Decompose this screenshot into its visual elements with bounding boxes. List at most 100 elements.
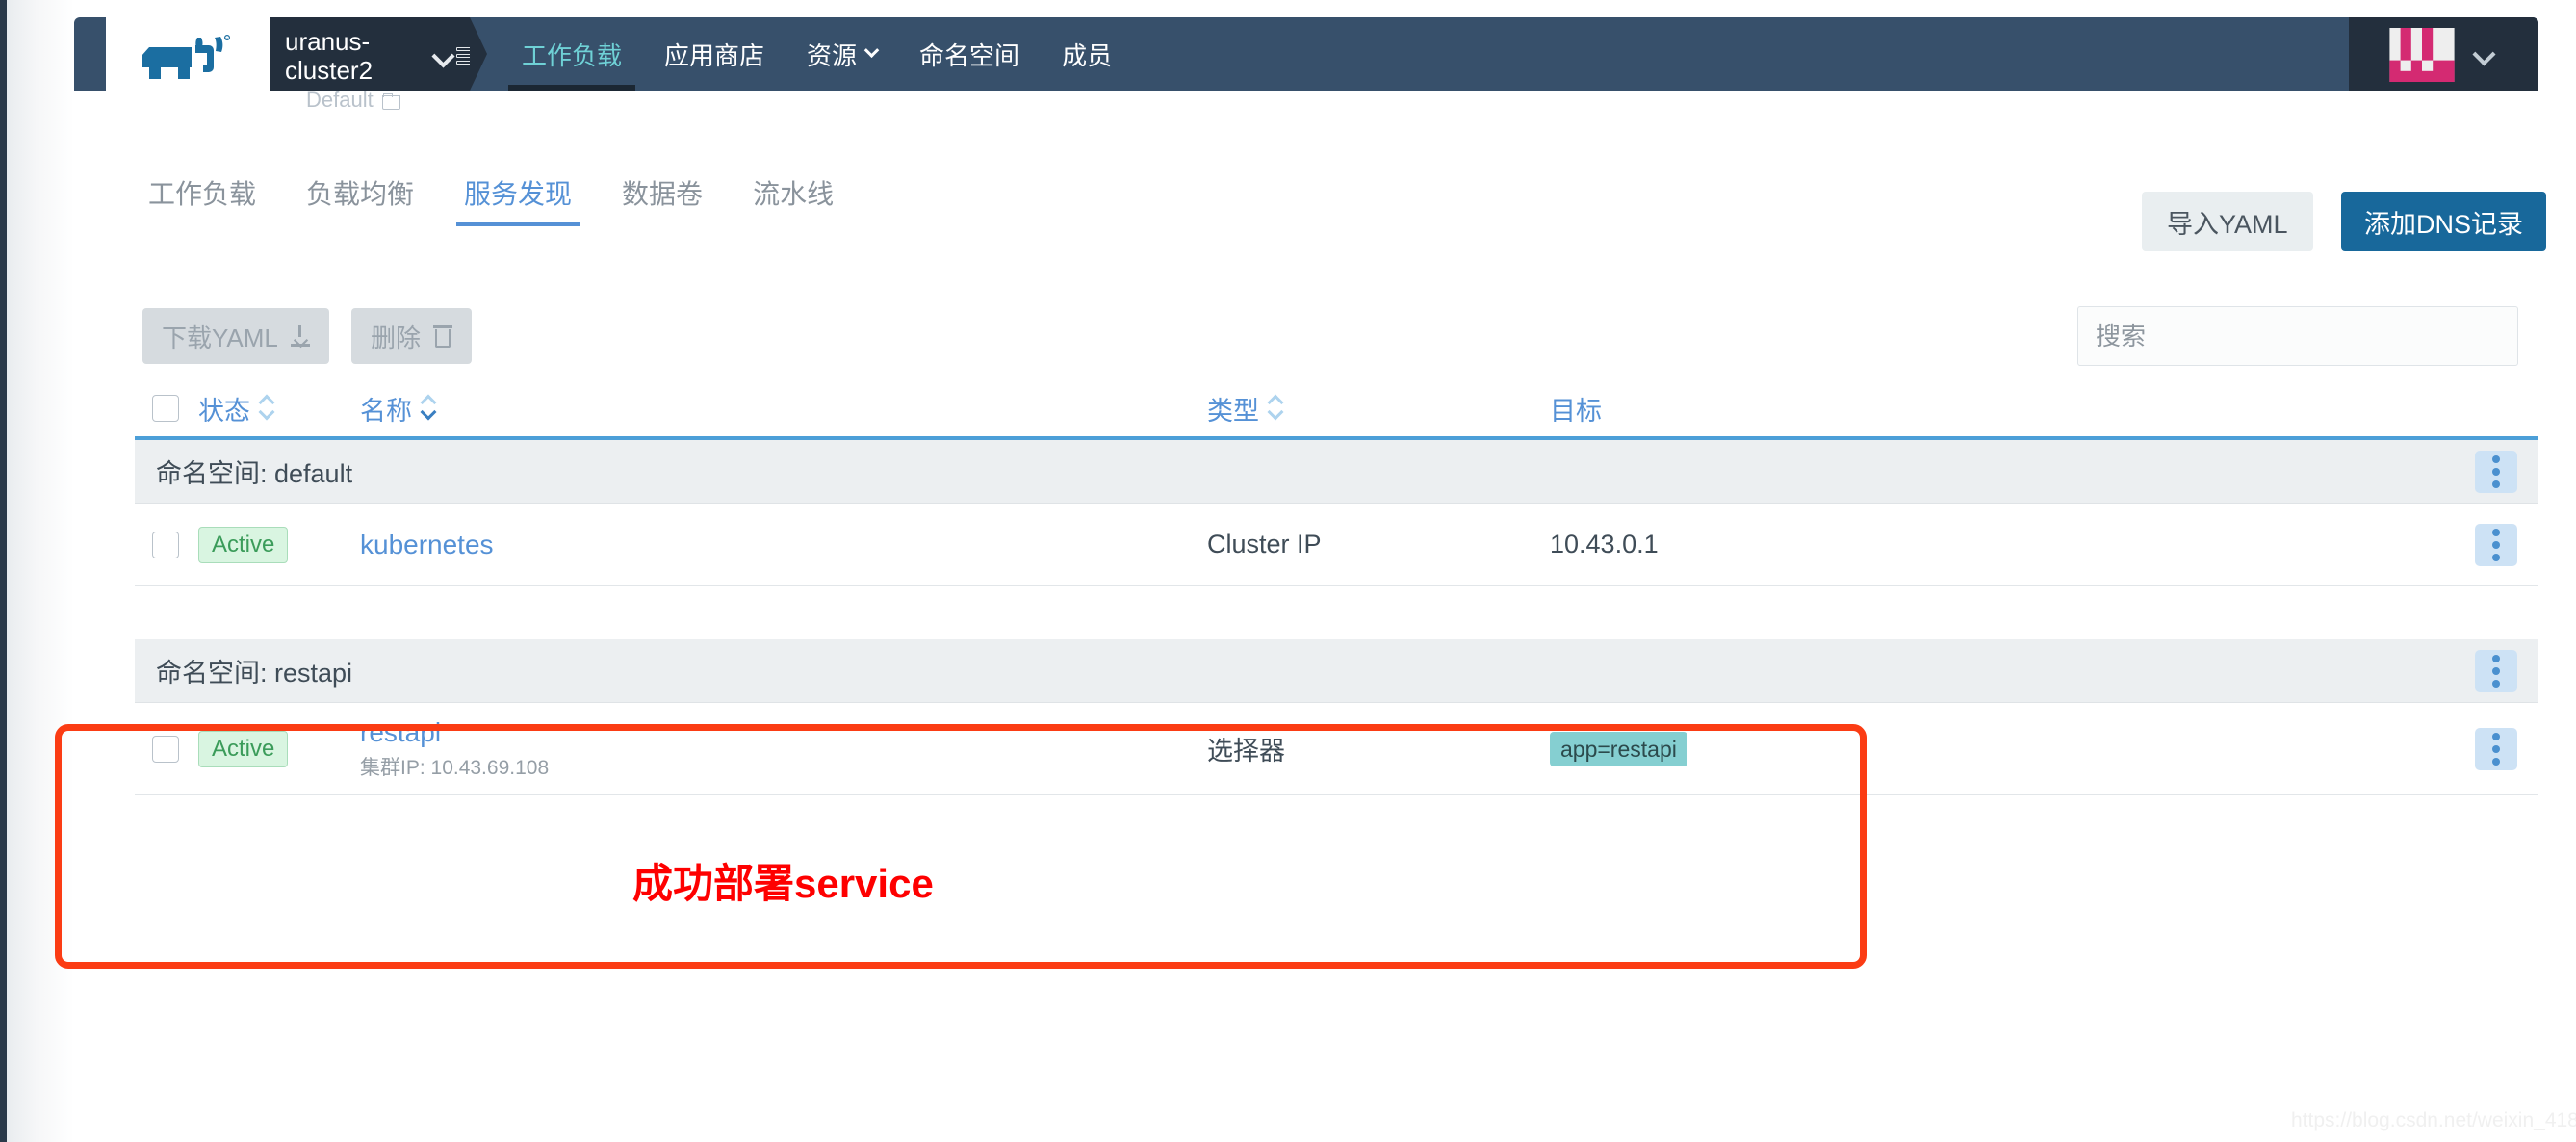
tab-label: 负载均衡 (306, 179, 415, 209)
group-spacer (135, 586, 2538, 639)
row-checkbox[interactable] (152, 531, 179, 558)
main-nav: 工作负载 应用商店 资源 命名空间 成员 (501, 17, 1133, 91)
row-name-cell: kubernetes (360, 530, 1207, 560)
kebab-menu-icon[interactable] (2475, 727, 2517, 770)
service-cluster-ip: 集群IP: 10.43.69.108 (360, 756, 550, 779)
service-target: 10.43.0.1 (1550, 530, 1659, 558)
column-header-type[interactable]: 类型 (1207, 390, 1550, 428)
service-name-link[interactable]: kubernetes (360, 530, 1207, 560)
nav-item-members[interactable]: 成员 (1041, 17, 1133, 91)
namespace-group-row: 命名空间: restapi (135, 639, 2538, 703)
nav-label: 资源 (807, 41, 858, 70)
rancher-logo[interactable]: R (106, 17, 270, 91)
section-tabs: 工作负载 负载均衡 服务发现 数据卷 流水线 (135, 178, 859, 226)
selector-tag: app=restapi (1550, 731, 1687, 766)
sort-icon[interactable] (258, 394, 275, 423)
user-dropdown-caret[interactable] (2471, 41, 2501, 66)
nav-item-workloads[interactable]: 工作负载 (501, 17, 643, 91)
avatar (2388, 27, 2455, 82)
chevron-down-icon (863, 42, 880, 59)
column-header-target: 目标 (1550, 390, 2224, 428)
row-name-cell: restapi 集群IP: 10.43.69.108 (360, 717, 1207, 781)
download-icon (290, 325, 310, 347)
column-label: 状态 (198, 396, 250, 426)
service-type: 选择器 (1207, 737, 1285, 766)
nav-label: 工作负载 (522, 41, 623, 70)
nav-item-resources[interactable]: 资源 (786, 17, 898, 91)
user-menu[interactable] (2349, 17, 2538, 91)
page-left-edge (0, 0, 7, 1142)
row-type-cell: 选择器 (1207, 730, 1550, 767)
tab-service-discovery[interactable]: 服务发现 (439, 178, 597, 226)
nav-item-app-store[interactable]: 应用商店 (643, 17, 786, 91)
page-left-gradient (7, 0, 74, 1142)
delete-button[interactable]: 删除 (351, 308, 473, 364)
row-select-cell (135, 735, 198, 763)
app-root: R uranus-cluster2 Default 工作负载 应用商店 资源 命… (0, 0, 2576, 1142)
select-all-checkbox[interactable] (152, 395, 179, 422)
cluster-name-label: uranus-cluster2 (285, 27, 374, 85)
service-type: Cluster IP (1207, 530, 1322, 558)
kebab-menu-icon[interactable] (2475, 649, 2518, 692)
tab-label: 服务发现 (464, 179, 573, 209)
trash-icon (433, 324, 453, 348)
services-table: 状态 名称 类型 目标 命名空间: default Active kuberne… (135, 380, 2538, 795)
svg-text:R: R (225, 36, 228, 40)
sort-icon[interactable] (1267, 394, 1284, 423)
watermark: https://blog.csdn.net/weixin_41806245 (2291, 1109, 2576, 1131)
rancher-cow-icon: R (142, 34, 230, 79)
nav-item-namespaces[interactable]: 命名空间 (898, 17, 1041, 91)
column-label: 名称 (360, 396, 412, 426)
service-name-link[interactable]: restapi (360, 717, 1207, 748)
project-name-label: Default (306, 88, 374, 112)
row-checkbox[interactable] (152, 735, 179, 763)
row-target-cell: app=restapi (1550, 731, 2224, 766)
status-badge: Active (198, 526, 289, 563)
delete-label: 删除 (371, 323, 422, 352)
row-menu-cell (2224, 727, 2538, 770)
nav-label: 应用商店 (664, 41, 765, 70)
import-yaml-button[interactable]: 导入YAML (2142, 192, 2313, 251)
folder-icon (381, 92, 400, 110)
kebab-menu-icon[interactable] (2475, 450, 2518, 493)
tab-pipelines[interactable]: 流水线 (728, 178, 859, 226)
add-dns-record-button[interactable]: 添加DNS记录 (2341, 192, 2547, 251)
project-name-row: Default (285, 87, 470, 114)
cluster-dropdown-caret[interactable] (431, 44, 460, 68)
column-label: 类型 (1207, 396, 1259, 426)
column-header-name[interactable]: 名称 (360, 390, 1207, 428)
column-header-state[interactable]: 状态 (198, 390, 360, 428)
tab-label: 流水线 (753, 179, 835, 209)
nav-label: 命名空间 (919, 41, 1020, 70)
select-all-cell (135, 395, 198, 422)
namespace-group-row: 命名空间: default (135, 440, 2538, 504)
tab-load-balancing[interactable]: 负载均衡 (281, 178, 439, 226)
row-target-cell: 10.43.0.1 (1550, 530, 2224, 559)
chevron-down-icon (2471, 41, 2496, 66)
row-type-cell: Cluster IP (1207, 530, 1550, 559)
column-label: 目标 (1550, 396, 1602, 426)
table-row: Active kubernetes Cluster IP 10.43.0.1 (135, 504, 2538, 586)
namespace-group-menu-cell (1435, 649, 2538, 692)
table-row: Active restapi 集群IP: 10.43.69.108 选择器 ap… (135, 703, 2538, 795)
row-state-cell: Active (198, 730, 360, 767)
namespace-group-label: 命名空间: default (156, 459, 353, 488)
status-badge: Active (198, 730, 289, 767)
search-input[interactable] (2077, 306, 2518, 366)
download-yaml-button[interactable]: 下载YAML (142, 308, 329, 364)
nav-label: 成员 (1062, 41, 1113, 70)
sort-icon[interactable] (420, 394, 437, 423)
row-menu-cell (2224, 523, 2538, 566)
tab-volumes[interactable]: 数据卷 (597, 178, 728, 226)
tab-label: 工作负载 (148, 179, 257, 209)
kebab-menu-icon[interactable] (2475, 523, 2517, 566)
table-header-row: 状态 名称 类型 目标 (135, 380, 2538, 440)
chevron-down-icon (431, 44, 455, 68)
namespace-group-label: 命名空间: restapi (156, 659, 353, 688)
download-yaml-label: 下载YAML (162, 323, 278, 352)
annotation-text: 成功部署service (632, 861, 934, 906)
namespace-group-menu-cell (1435, 450, 2538, 493)
row-select-cell (135, 531, 198, 558)
tab-workloads[interactable]: 工作负载 (135, 178, 281, 226)
tab-label: 数据卷 (622, 179, 704, 209)
